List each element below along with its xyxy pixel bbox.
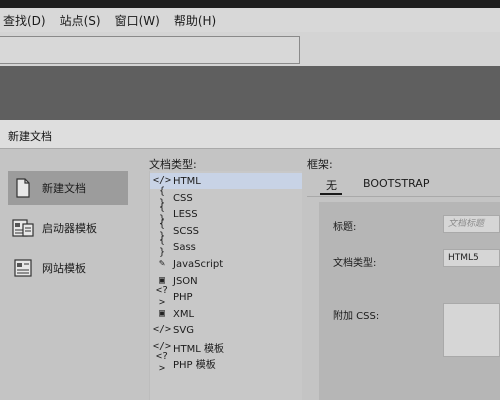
doctype-label: XML [173,308,195,320]
attach-css-label: 附加 CSS: [333,311,380,322]
doctype-list: </> HTML { } CSS { } LESS { } SCSS { } S… [149,171,302,400]
menu-bar: 查找(D) 站点(S) 窗口(W) 帮助(H) [0,8,500,32]
workspace-background [0,66,500,120]
doctype-select-label: 文档类型: [333,258,377,269]
doctype-item-css[interactable]: { } CSS [150,186,302,209]
menu-site[interactable]: 站点(S) [56,12,101,29]
doctype-label: Sass [173,241,196,253]
doctype-select[interactable]: HTML5 [443,249,500,267]
dialog-title: 新建文档 [8,130,52,143]
doctype-item-html-template[interactable]: </> HTML 模板 [150,339,302,355]
doctype-label: JSON [173,275,198,287]
category-label: 网站模板 [42,262,86,275]
framework-header: 框架: [307,158,333,171]
doctype-label: PHP [173,291,193,303]
doctype-item-php-template[interactable]: <?> PHP 模板 [150,351,302,374]
active-tab-indicator [320,193,342,195]
xml-file-icon: ▣ [158,308,166,319]
script-icon: ✎ [158,258,166,269]
doctype-item-javascript[interactable]: ✎ JavaScript [150,256,302,272]
category-label: 新建文档 [42,182,86,195]
doctype-item-xml[interactable]: ▣ XML [150,306,302,322]
doctype-label: SCSS [173,225,200,237]
php-icon: <?> [155,351,169,374]
menu-find[interactable]: 查找(D) [0,12,46,29]
new-document-icon [12,178,34,198]
doctype-label: HTML [173,175,201,187]
site-template-icon [12,258,34,278]
doctype-label: LESS [173,208,198,220]
screen: 查找(D) 站点(S) 窗口(W) 帮助(H) 新建文档 新建文档 启动器模板 … [0,0,500,400]
doctype-item-scss[interactable]: { } SCSS [150,219,302,242]
doctype-item-less[interactable]: { } LESS [150,202,302,225]
doctype-item-html[interactable]: </> HTML [150,173,302,189]
toolbar-area [0,32,500,66]
dialog-titlebar: 新建文档 [0,120,500,149]
toolbar-panel [0,36,300,64]
doctype-label: PHP 模板 [173,359,216,371]
menu-window[interactable]: 窗口(W) [111,12,160,29]
starter-template-icon [12,218,34,238]
tab-bootstrap[interactable]: BOOTSTRAP [363,177,429,190]
category-panel: 新建文档 启动器模板 网站模板 [0,149,138,400]
doctype-label: CSS [173,192,193,204]
tab-divider [307,196,500,197]
title-label: 标题: [333,222,357,233]
category-starter-templates[interactable]: 启动器模板 [8,211,128,245]
doctype-item-sass[interactable]: { } Sass [150,235,302,258]
doctype-item-svg[interactable]: </> SVG [150,322,302,338]
category-site-templates[interactable]: 网站模板 [8,251,128,285]
window-top-strip [0,0,500,8]
doctype-label: HTML 模板 [173,343,225,355]
tab-none[interactable]: 无 [326,177,337,193]
new-document-dialog: 新建文档 新建文档 启动器模板 网站模板 文档类型: </> HTML {} … [0,120,500,400]
attach-css-list[interactable] [443,303,500,357]
doctype-item-php[interactable]: <?> PHP [150,285,302,308]
title-input[interactable]: 文档标题 [443,215,500,233]
category-label: 启动器模板 [42,222,97,235]
doctype-label: SVG [173,324,194,336]
doctype-header: 文档类型: [149,158,197,171]
menu-help[interactable]: 帮助(H) [170,12,216,29]
category-new-document[interactable]: 新建文档 [8,171,128,205]
doctype-label: JavaScript [173,258,224,270]
code-tag-icon: </> [153,324,172,335]
doctype-item-json[interactable]: ▣ JSON [150,273,302,289]
